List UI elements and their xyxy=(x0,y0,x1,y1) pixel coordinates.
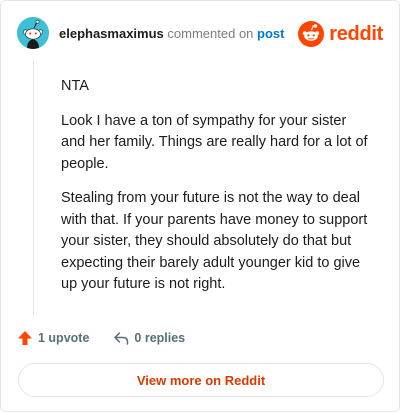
comment-paragraph: NTA xyxy=(61,78,89,94)
upvote-count: 1 upvote xyxy=(38,331,90,345)
replies-button[interactable]: 0 replies xyxy=(113,330,185,346)
comment-actions: 1 upvote 0 replies xyxy=(17,330,185,346)
comment-body: NTA Look I have a ton of sympathy for yo… xyxy=(61,76,373,309)
upvote-button[interactable]: 1 upvote xyxy=(17,330,89,346)
post-link[interactable]: post xyxy=(257,26,284,41)
comment-header: elephasmaximus commented on post xyxy=(59,26,284,42)
commented-on-text: commented on xyxy=(167,26,254,41)
reddit-wordmark: reddit xyxy=(329,22,383,45)
username-link[interactable]: elephasmaximus xyxy=(59,26,164,41)
reddit-logo-icon xyxy=(298,21,325,47)
replies-count: 0 replies xyxy=(134,331,186,345)
upvote-arrow-icon xyxy=(18,331,32,345)
view-more-button[interactable]: View more on Reddit xyxy=(18,363,384,397)
user-avatar-icon[interactable] xyxy=(17,17,49,49)
reddit-logo[interactable]: reddit xyxy=(298,21,383,47)
comment-paragraph: Stealing from your future is not the way… xyxy=(61,190,368,292)
thread-line[interactable] xyxy=(33,59,34,317)
comment-embed-card: elephasmaximus commented on post reddit … xyxy=(0,0,400,412)
reply-arrow-icon xyxy=(114,332,129,345)
comment-paragraph: Look I have a ton of sympathy for your s… xyxy=(61,112,368,172)
